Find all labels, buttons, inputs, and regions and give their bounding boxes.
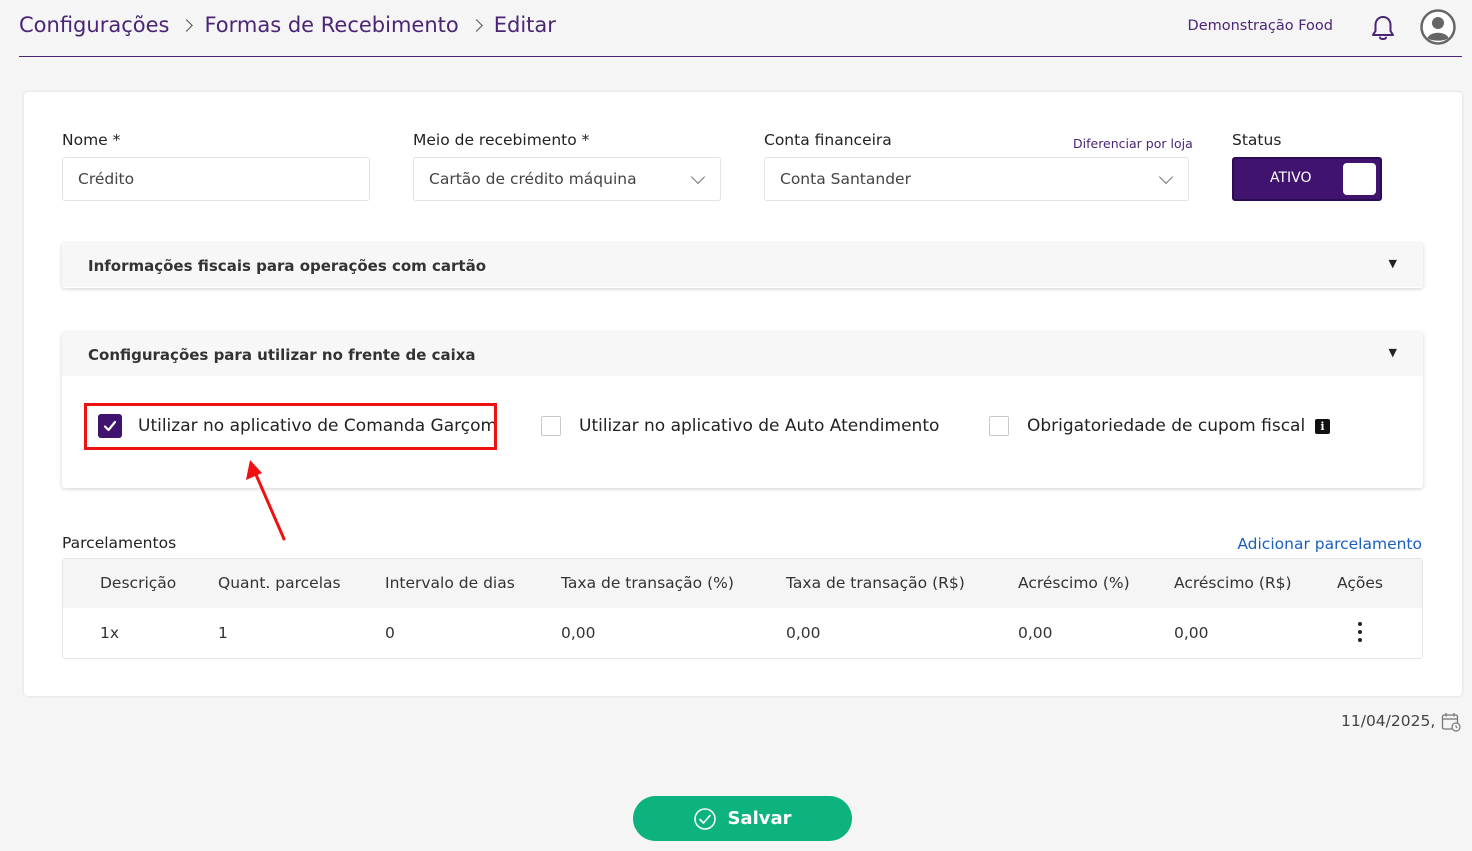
table-cell: 1x (100, 624, 120, 642)
breadcrumb: Configurações Formas de Recebimento Edit… (19, 13, 556, 37)
auto-atendimento-label[interactable]: Utilizar no aplicativo de Auto Atendimen… (579, 416, 939, 436)
breadcrumb-formas-de-recebimento[interactable]: Formas de Recebimento (204, 13, 458, 37)
column-header: Intervalo de dias (385, 574, 515, 592)
company-name[interactable]: Demonstração Food (1188, 18, 1333, 34)
caret-down-icon: ▼ (1388, 257, 1397, 270)
status-toggle[interactable]: ATIVO (1232, 157, 1382, 201)
user-avatar-icon[interactable] (1420, 9, 1456, 45)
bell-icon[interactable] (1368, 13, 1398, 43)
chevron-right-icon (180, 18, 194, 32)
table-cell: 0,00 (786, 624, 821, 642)
save-button-label: Salvar (727, 808, 792, 829)
table-cell: 0,00 (561, 624, 596, 642)
meio-select[interactable]: Cartão de crédito máquina (413, 157, 721, 201)
caret-down-icon: ▼ (1388, 346, 1397, 359)
date-display: 11/04/2025, (1341, 712, 1436, 730)
meio-label: Meio de recebimento * (413, 131, 590, 149)
check-circle-icon (694, 807, 717, 830)
meio-select-value: Cartão de crédito máquina (429, 170, 637, 188)
cupom-fiscal-checkbox[interactable] (989, 416, 1009, 436)
diferenciar-por-loja-link[interactable]: Diferenciar por loja (1073, 136, 1193, 151)
conta-label: Conta financeira (764, 131, 892, 149)
table-cell: 0,00 (1018, 624, 1053, 642)
parcelamentos-title: Parcelamentos (62, 534, 177, 552)
nome-input[interactable]: Crédito (62, 157, 370, 201)
annotation-highlight-box (84, 403, 497, 450)
conta-select[interactable]: Conta Santander (764, 157, 1189, 201)
status-toggle-label: ATIVO (1270, 170, 1312, 186)
column-header: Acréscimo (R$) (1174, 574, 1292, 592)
table-cell: 1 (218, 624, 228, 642)
adicionar-parcelamento-link[interactable]: Adicionar parcelamento (1237, 535, 1422, 553)
auto-atendimento-checkbox[interactable] (541, 416, 561, 436)
breadcrumb-configuracoes[interactable]: Configurações (19, 13, 169, 37)
column-header: Quant. parcelas (218, 574, 341, 592)
status-label: Status (1232, 131, 1282, 149)
column-header: Descrição (100, 574, 177, 592)
edit-form-card: Nome * Crédito Meio de recebimento * Car… (24, 92, 1462, 696)
caixa-panel-title: Configurações para utilizar no frente de… (88, 346, 476, 364)
table-cell: 0 (385, 624, 395, 642)
column-header: Taxa de transação (R$) (786, 574, 965, 592)
fiscal-panel-title: Informações fiscais para operações com c… (88, 257, 487, 275)
column-header: Acréscimo (%) (1018, 574, 1130, 592)
conta-select-value: Conta Santander (780, 170, 911, 188)
chevron-right-icon (469, 18, 483, 32)
parcelamentos-table: Descrição Quant. parcelas Intervalo de d… (62, 558, 1423, 659)
annotation-arrow (246, 460, 286, 541)
toggle-knob (1343, 163, 1376, 195)
column-header: Taxa de transação (%) (561, 574, 734, 592)
nome-label: Nome * (62, 131, 121, 149)
row-actions-kebab-icon[interactable] (1357, 622, 1363, 646)
calendar-icon[interactable] (1441, 712, 1461, 732)
fiscal-panel: Informações fiscais para operações com c… (62, 243, 1423, 288)
chevron-down-icon (690, 169, 706, 185)
fiscal-panel-header[interactable]: Informações fiscais para operações com c… (62, 243, 1423, 287)
save-button[interactable]: Salvar (633, 796, 852, 841)
breadcrumb-editar: Editar (493, 13, 556, 37)
info-icon[interactable]: i (1315, 419, 1330, 434)
column-header: Ações (1337, 574, 1383, 592)
table-cell: 0,00 (1174, 624, 1209, 642)
cupom-fiscal-label[interactable]: Obrigatoriedade de cupom fiscal (1027, 416, 1305, 436)
chevron-down-icon (1158, 169, 1174, 185)
top-bar: Configurações Formas de Recebimento Edit… (19, 0, 1462, 57)
caixa-panel-header[interactable]: Configurações para utilizar no frente de… (62, 332, 1423, 376)
